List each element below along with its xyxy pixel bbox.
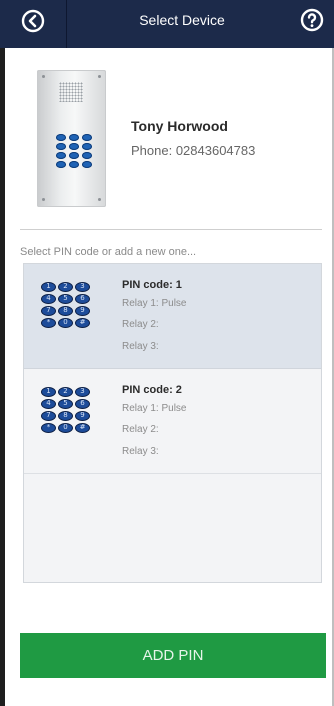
pin-list[interactable]: 123 456 789 * 0 # PIN code: 1 Relay 1: Pul…: [23, 263, 322, 583]
back-arrow-circle-icon: [21, 9, 45, 33]
keypad-icon: 123 456 789 * 0 #: [41, 387, 90, 433]
relay-1-status: Relay 1: Pulse: [122, 298, 187, 309]
device-card: Tony Horwood Phone: 02843604783: [20, 48, 322, 230]
screw-icon: [42, 75, 45, 78]
device-name: Tony Horwood: [131, 118, 228, 134]
relay-2-status: Relay 2:: [122, 319, 159, 330]
speaker-grille: [59, 82, 83, 102]
app-header: Select Device: [0, 0, 334, 48]
door-entry-panel-icon: [37, 70, 106, 207]
relay-1-status: Relay 1: Pulse: [122, 403, 187, 414]
pin-item-2[interactable]: 123 456 789 * 0 # PIN code: 2 Relay 1: Pul…: [24, 369, 321, 474]
screw-icon: [98, 75, 101, 78]
screw-icon: [42, 198, 45, 201]
screw-icon: [98, 198, 101, 201]
device-phone: Phone: 02843604783: [131, 143, 256, 158]
help-button[interactable]: [297, 5, 327, 35]
section-divider: [20, 229, 322, 230]
relay-2-status: Relay 2:: [122, 424, 159, 435]
window-left-edge: [0, 0, 5, 706]
question-circle-icon: [300, 8, 324, 32]
pin-title: PIN code: 1: [122, 279, 182, 291]
back-button[interactable]: [18, 6, 48, 36]
relay-3-status: Relay 3:: [122, 446, 159, 457]
pin-title: PIN code: 2: [122, 384, 182, 396]
relay-3-status: Relay 3:: [122, 341, 159, 352]
pin-list-prompt: Select PIN code or add a new one...: [20, 246, 197, 258]
page-title: Select Device: [139, 12, 225, 28]
keypad-icon: 123 456 789 * 0 #: [41, 282, 90, 328]
panel-keypad: [56, 134, 92, 168]
pin-item-1[interactable]: 123 456 789 * 0 # PIN code: 1 Relay 1: Pul…: [24, 264, 321, 369]
add-pin-button[interactable]: ADD PIN: [20, 633, 326, 678]
